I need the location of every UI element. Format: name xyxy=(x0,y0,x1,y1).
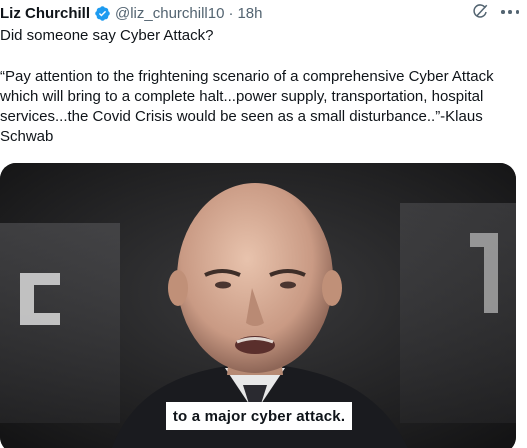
timestamp[interactable]: 18h xyxy=(237,5,262,22)
tweet: Liz Churchill @liz_churchill10 · 18h Did… xyxy=(0,0,527,448)
video-player[interactable]: to a major cyber attack. xyxy=(0,163,516,448)
author-handle[interactable]: @liz_churchill10 xyxy=(115,5,224,22)
tweet-text-line: Did someone say Cyber Attack? xyxy=(0,27,214,44)
tweet-actions xyxy=(471,3,519,21)
video-caption: to a major cyber attack. xyxy=(166,402,352,430)
tweet-header: Liz Churchill @liz_churchill10 · 18h xyxy=(0,2,262,24)
author-name[interactable]: Liz Churchill xyxy=(0,5,90,22)
separator-dot: · xyxy=(228,4,234,22)
grok-icon[interactable] xyxy=(471,3,489,21)
verified-badge-icon xyxy=(95,5,110,21)
tweet-quote-text: “Pay attention to the frightening scenar… xyxy=(0,68,498,145)
more-icon[interactable] xyxy=(501,3,519,21)
